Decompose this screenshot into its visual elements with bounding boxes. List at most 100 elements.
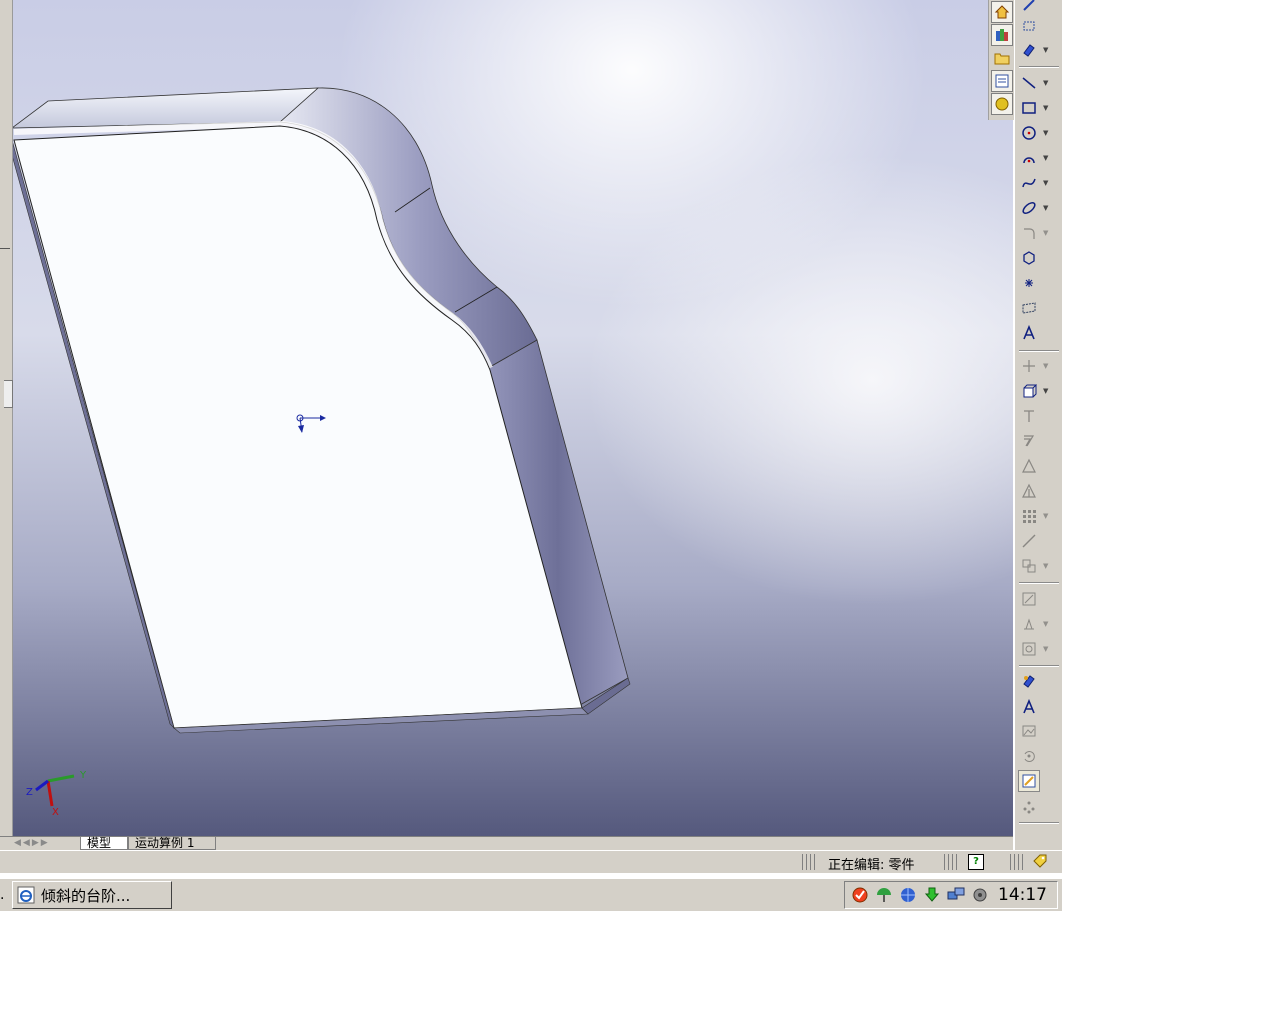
toolbar-row-circle[interactable]: ▼ <box>1018 122 1058 144</box>
antivirus-icon[interactable] <box>849 884 871 906</box>
panel-collapse-handle[interactable] <box>4 380 13 408</box>
folder-icon[interactable] <box>991 47 1013 69</box>
toolbar-row-stretch[interactable] <box>1018 530 1058 552</box>
rotate-entities-icon[interactable] <box>1018 745 1040 767</box>
toolbar-row-linear-pattern[interactable]: ▼ <box>1018 505 1058 527</box>
move-entities-icon[interactable] <box>1018 555 1040 577</box>
mirror-icon[interactable] <box>1018 455 1040 477</box>
toolbar-row-polygon[interactable] <box>1018 247 1058 269</box>
toolbar-row-sketch-text[interactable] <box>1018 696 1058 718</box>
blank-desktop-area <box>1062 0 1280 1024</box>
toolbar-row-3dsketch[interactable] <box>1018 15 1058 37</box>
3d-sketch-icon[interactable] <box>1018 15 1040 37</box>
toolbar-row-relations[interactable] <box>1018 588 1058 610</box>
speaker-icon[interactable] <box>969 884 991 906</box>
toolbar-row-arc[interactable]: ▼ <box>1018 147 1058 169</box>
toolbar-row-quick-snaps[interactable] <box>1018 670 1058 692</box>
text-icon[interactable] <box>1018 322 1040 344</box>
polygon-icon[interactable] <box>1018 247 1040 269</box>
repair-sketch-icon[interactable] <box>1018 638 1040 660</box>
instant3d-icon[interactable] <box>1018 796 1040 818</box>
network-computers-icon[interactable] <box>945 884 967 906</box>
tab-scroll-arrows[interactable]: ◀◀▶▶ <box>14 838 78 850</box>
sketch-text-icon[interactable] <box>1018 696 1040 718</box>
line-icon[interactable] <box>1018 72 1040 94</box>
system-tray: 14:17 <box>844 881 1058 909</box>
left-panel-edge <box>0 0 13 836</box>
arc-icon[interactable] <box>1018 147 1040 169</box>
quick-snaps-icon[interactable] <box>1018 670 1040 692</box>
document-tabs-bar: ◀◀▶▶ 模型 运动算例 1 <box>0 836 1013 851</box>
tag-icon[interactable] <box>1032 853 1048 869</box>
part-model[interactable] <box>12 0 1013 836</box>
view-palette-icon[interactable] <box>991 70 1013 92</box>
rectangle-icon[interactable] <box>1018 97 1040 119</box>
toolbar-row-dynamic-mirror[interactable] <box>1018 480 1058 502</box>
panel-divider <box>0 248 10 249</box>
toolbar-row-mirror[interactable] <box>1018 455 1058 477</box>
ie-icon <box>17 886 35 904</box>
home-icon[interactable] <box>991 1 1013 23</box>
toolbar-row-offset-entities[interactable] <box>1018 430 1058 452</box>
part-front-face[interactable] <box>13 125 583 729</box>
plane-icon[interactable] <box>1018 297 1040 319</box>
toolbar-row-ellipse[interactable]: ▼ <box>1018 197 1058 219</box>
design-library-icon[interactable] <box>991 24 1013 46</box>
sketch-icon[interactable] <box>1018 0 1040 16</box>
toolbar-row-plane[interactable] <box>1018 297 1058 319</box>
graphics-area[interactable]: Y X Z <box>12 0 1013 836</box>
toolbar-row-rectangle[interactable]: ▼ <box>1018 97 1058 119</box>
spline-icon[interactable] <box>1018 172 1040 194</box>
toolbar-row-point[interactable] <box>1018 272 1058 294</box>
fillet-icon[interactable] <box>1018 222 1040 244</box>
linear-pattern-icon[interactable] <box>1018 505 1040 527</box>
toolbar-row-line[interactable]: ▼ <box>1018 72 1058 94</box>
toolbar-row-rapid-sketch[interactable] <box>1018 770 1058 792</box>
toolbar-row-rotate[interactable] <box>1018 745 1058 767</box>
toolbar-row-fully-define[interactable]: ▼ <box>1018 613 1058 635</box>
taskbar-window-button[interactable]: 倾斜的台阶... <box>12 881 172 909</box>
offset-icon[interactable] <box>1018 405 1040 427</box>
tab-motion-study[interactable]: 运动算例 1 <box>128 837 216 850</box>
taskbar-overflow[interactable]: . <box>0 887 4 903</box>
sketch-picture-icon[interactable] <box>1018 720 1040 742</box>
smart-dimension-icon[interactable] <box>1018 39 1040 61</box>
network-globe-icon[interactable] <box>897 884 919 906</box>
download-icon[interactable] <box>921 884 943 906</box>
editing-status: 正在编辑: 零件 <box>828 858 915 873</box>
status-bar: 正在编辑: 零件 ? <box>0 850 1062 873</box>
toolbar-row-text[interactable] <box>1018 322 1058 344</box>
taskbar-clock: 14:17 <box>998 885 1047 905</box>
toolbar-separator <box>1019 66 1059 68</box>
offset-entities-icon[interactable] <box>1018 430 1040 452</box>
trim-icon[interactable] <box>1018 355 1040 377</box>
toolbar-row-sketch[interactable] <box>1018 0 1058 16</box>
toolbar-row-trim[interactable]: ▼ <box>1018 355 1058 377</box>
toolbar-row-sketch-picture[interactable] <box>1018 720 1058 742</box>
toolbar-row-instant3d[interactable] <box>1018 796 1058 818</box>
appearance-icon[interactable] <box>991 93 1013 115</box>
circle-icon[interactable] <box>1018 122 1040 144</box>
status-divider <box>944 854 958 870</box>
toolbar-row-smart-dimension[interactable]: ▼ <box>1018 39 1058 61</box>
relations-icon[interactable] <box>1018 588 1040 610</box>
stretch-icon[interactable] <box>1018 530 1040 552</box>
sketch-toolbar: ▼ ▼ ▼ ▼ ▼ ▼ ▼ ▼ ▼ ▼ ▼ ▼ ▼ ▼ <box>1014 0 1063 850</box>
ellipse-icon[interactable] <box>1018 197 1040 219</box>
tab-model[interactable]: 模型 <box>80 837 128 850</box>
help-icon[interactable]: ? <box>968 854 984 870</box>
reference-triad: Y X Z <box>26 770 87 816</box>
toolbar-separator <box>1019 350 1059 352</box>
toolbar-row-repair[interactable]: ▼ <box>1018 638 1058 660</box>
fully-define-icon[interactable] <box>1018 613 1040 635</box>
dynamic-mirror-icon[interactable] <box>1018 480 1040 502</box>
toolbar-row-move[interactable]: ▼ <box>1018 555 1058 577</box>
toolbar-row-convert[interactable]: ▼ <box>1018 380 1058 402</box>
rapid-sketch-icon[interactable] <box>1018 770 1040 792</box>
point-icon[interactable] <box>1018 272 1040 294</box>
toolbar-row-fillet[interactable]: ▼ <box>1018 222 1058 244</box>
toolbar-row-spline[interactable]: ▼ <box>1018 172 1058 194</box>
toolbar-row-offset[interactable] <box>1018 405 1058 427</box>
umbrella-icon[interactable] <box>873 884 895 906</box>
convert-entities-icon[interactable] <box>1018 380 1040 402</box>
